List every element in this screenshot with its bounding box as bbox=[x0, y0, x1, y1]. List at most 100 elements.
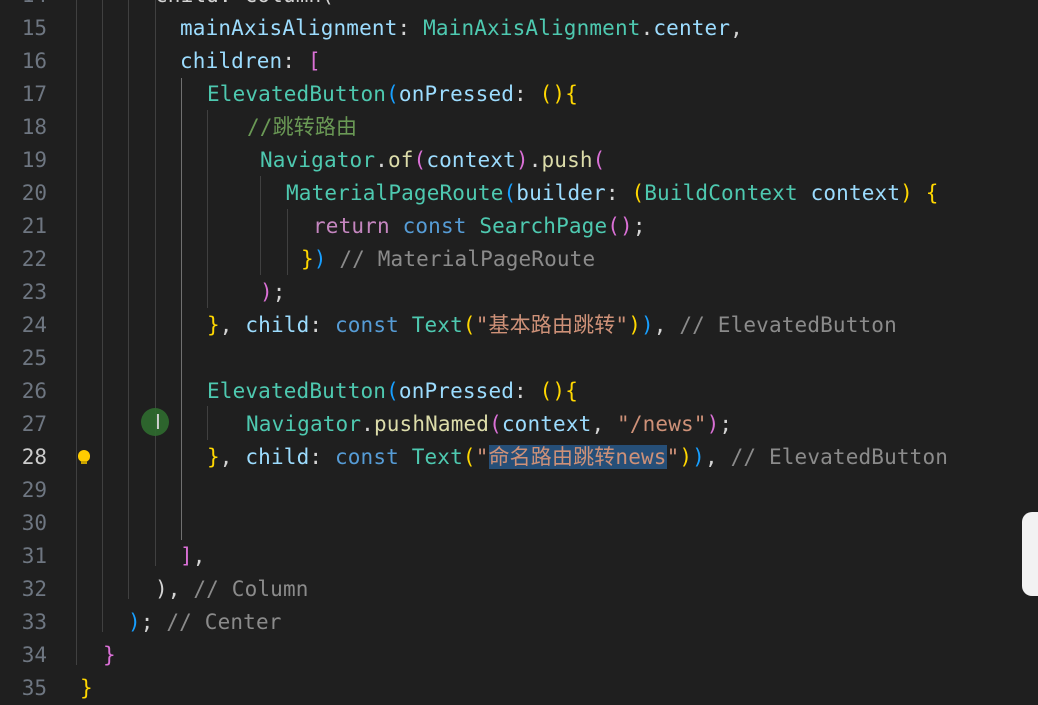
code-token: ( bbox=[462, 445, 476, 469]
code-text[interactable]: }, child: const Text("命名路由跳转news")), // … bbox=[207, 441, 948, 474]
code-text[interactable]: mainAxisAlignment: MainAxisAlignment.cen… bbox=[180, 12, 743, 45]
code-token: , bbox=[730, 16, 743, 40]
code-token: [ bbox=[307, 49, 321, 73]
side-panel-handle[interactable] bbox=[1022, 512, 1038, 596]
code-line[interactable]: 20 MaterialPageRoute(builder: (BuildConte… bbox=[0, 177, 1038, 210]
code-text[interactable]: ), // Column bbox=[155, 573, 309, 606]
code-line[interactable]: 31], bbox=[0, 540, 1038, 573]
code-token: " bbox=[475, 445, 489, 469]
code-text[interactable]: ); bbox=[260, 276, 286, 309]
lightbulb-icon[interactable] bbox=[78, 450, 90, 464]
code-token: child bbox=[245, 313, 310, 337]
code-line[interactable]: 19 Navigator.of(context).push( bbox=[0, 144, 1038, 177]
code-line[interactable]: 14 child: Column( bbox=[0, 0, 1038, 12]
code-text[interactable]: Navigator.of(context).push( bbox=[260, 144, 605, 177]
code-line[interactable]: 16 children: [ bbox=[0, 45, 1038, 78]
code-token: ) bbox=[692, 445, 705, 469]
code-line[interactable]: 35} bbox=[0, 672, 1038, 705]
code-token: return bbox=[313, 214, 390, 238]
code-token: const bbox=[334, 313, 399, 337]
code-line[interactable]: 23); bbox=[0, 276, 1038, 309]
code-token: // Center bbox=[166, 610, 282, 634]
code-text[interactable]: ElevatedButton(onPressed: (){ bbox=[207, 375, 578, 408]
code-line[interactable]: 15 mainAxisAlignment: MainAxisAlignment.c… bbox=[0, 12, 1038, 45]
code-editor[interactable]: 14 child: Column(15 mainAxisAlignment: Mai… bbox=[0, 0, 1038, 700]
code-token: " bbox=[666, 445, 680, 469]
code-token: push bbox=[541, 148, 593, 172]
code-token: : bbox=[282, 49, 308, 73]
code-token: ( bbox=[592, 148, 606, 172]
line-number: 25 bbox=[21, 346, 47, 370]
line-number: 32 bbox=[21, 577, 47, 601]
line-number: 34 bbox=[21, 643, 47, 667]
code-line[interactable]: 26 ElevatedButton(onPressed: (){ bbox=[0, 375, 1038, 408]
line-number: 30 bbox=[21, 511, 47, 535]
code-token: context bbox=[426, 148, 516, 172]
code-token: , bbox=[192, 544, 206, 568]
code-text[interactable]: children: [ bbox=[180, 45, 321, 78]
code-token: . bbox=[640, 16, 654, 40]
code-token: center bbox=[653, 16, 731, 40]
code-token: : bbox=[514, 82, 540, 106]
code-token: ( bbox=[631, 181, 645, 205]
code-token: "基本路由跳转" bbox=[475, 313, 629, 337]
line-number: 18 bbox=[21, 115, 47, 139]
code-line[interactable]: 25 bbox=[0, 342, 1038, 375]
code-token: (){ bbox=[539, 379, 579, 403]
line-number: 27 bbox=[21, 412, 47, 436]
code-line[interactable]: 28}, child: const Text("命名路由跳转news")), /… bbox=[0, 441, 1038, 474]
code-token: ElevatedButton bbox=[207, 379, 387, 403]
code-text[interactable]: ); // Center bbox=[128, 606, 282, 639]
code-token: ) bbox=[641, 313, 654, 337]
code-line[interactable]: 17 ElevatedButton(onPressed: (){ bbox=[0, 78, 1038, 111]
code-text[interactable]: ElevatedButton(onPressed: (){ bbox=[207, 78, 578, 111]
code-token: , bbox=[219, 313, 246, 337]
line-number: 21 bbox=[21, 214, 47, 238]
code-text[interactable]: }, child: const Text("基本路由跳转")), // Elev… bbox=[207, 309, 897, 342]
code-text[interactable]: } bbox=[103, 639, 116, 672]
code-token: const bbox=[334, 445, 399, 469]
code-line[interactable]: 18 //跳转路由 bbox=[0, 111, 1038, 144]
code-text[interactable]: //跳转路由 bbox=[247, 111, 357, 144]
code-line[interactable]: 33); // Center bbox=[0, 606, 1038, 639]
code-token: // ElevatedButton bbox=[679, 313, 897, 337]
code-line[interactable]: 24 }, child: const Text("基本路由跳转")), // El… bbox=[0, 309, 1038, 342]
code-token: ( bbox=[386, 82, 399, 106]
code-line[interactable]: 32 ), // Column bbox=[0, 573, 1038, 606]
code-token: . bbox=[375, 148, 388, 172]
code-line[interactable]: 22}) // MaterialPageRoute bbox=[0, 243, 1038, 276]
code-token: "/news" bbox=[617, 412, 707, 436]
code-text[interactable]: Navigator.pushNamed(context, "/news"); bbox=[246, 408, 732, 441]
code-line[interactable]: 29 bbox=[0, 474, 1038, 507]
code-token: } bbox=[103, 643, 116, 667]
code-text[interactable]: ], bbox=[180, 540, 206, 573]
code-token: ) bbox=[628, 313, 641, 337]
code-token: : bbox=[309, 445, 335, 469]
code-text[interactable]: MaterialPageRoute(builder: (BuildContext… bbox=[286, 177, 939, 210]
code-token: { bbox=[925, 181, 939, 205]
code-text[interactable]: child: Column( bbox=[155, 0, 334, 12]
code-text[interactable]: }) // MaterialPageRoute bbox=[301, 243, 595, 276]
code-token: // MaterialPageRoute bbox=[326, 247, 596, 271]
code-token: ( bbox=[503, 181, 517, 205]
code-token: (){ bbox=[539, 82, 579, 106]
code-token: , bbox=[653, 313, 680, 337]
code-token: } bbox=[301, 247, 314, 271]
code-line[interactable]: 21 return const SearchPage(); bbox=[0, 210, 1038, 243]
code-line[interactable]: 34} bbox=[0, 639, 1038, 672]
code-text[interactable]: } bbox=[80, 672, 93, 705]
code-line[interactable]: 30 bbox=[0, 507, 1038, 540]
code-text[interactable]: return const SearchPage(); bbox=[313, 210, 646, 243]
code-token: } bbox=[80, 676, 93, 700]
code-token: ( bbox=[413, 148, 427, 172]
code-token: onPressed bbox=[398, 379, 515, 403]
code-token: ElevatedButton bbox=[207, 82, 387, 106]
code-token: } bbox=[207, 313, 220, 337]
code-token: ; bbox=[140, 610, 167, 634]
line-number: 24 bbox=[21, 313, 47, 337]
code-token: // ElevatedButton bbox=[730, 445, 949, 469]
